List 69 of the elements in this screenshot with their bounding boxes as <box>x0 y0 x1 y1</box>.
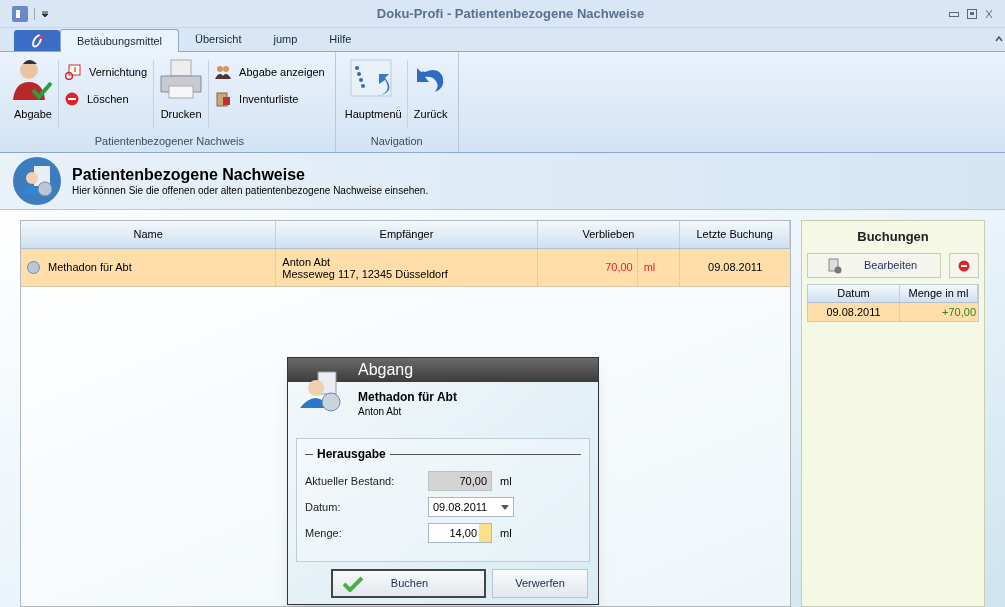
field-label: Aktueller Bestand: <box>305 473 396 489</box>
column-header[interactable]: Letzte Buchung <box>680 221 790 248</box>
ribbon-button[interactable]: Zurück <box>407 58 454 124</box>
delete-icon <box>65 91 79 106</box>
page-title: Patientenbezogene Nachweise <box>72 165 306 184</box>
dialog-item-name: Methadon für Abt <box>358 390 458 405</box>
checkmark-icon <box>343 575 363 592</box>
delete-button[interactable] <box>949 253 979 278</box>
ribbon-tab[interactable]: jump <box>257 28 314 51</box>
dialog-person-name: Anton Abt <box>358 405 403 418</box>
collapse-ribbon-icon[interactable] <box>995 35 1003 43</box>
ribbon-tab[interactable]: Übersicht <box>179 28 258 51</box>
ribbon-tab[interactable]: Hilfe <box>313 28 368 51</box>
printer-icon <box>159 58 204 100</box>
page-subtitle: Hier können Sie die offenen oder alten patientenbezogene Nachweise einsehen. <box>72 184 429 197</box>
ribbon-button[interactable]: Abgabe anzeigen <box>215 64 325 81</box>
people-icon <box>215 64 232 81</box>
table-cell-text: Messeweg 117, 12345 Düsseldorf <box>282 267 449 280</box>
column-header[interactable]: Name <box>21 221 277 248</box>
edit-button[interactable]: Bearbeiten <box>807 253 941 278</box>
ribbon-tab[interactable]: Betäubungsmittel <box>60 29 179 52</box>
ribbon-button[interactable]: Abgabe <box>8 58 58 124</box>
dialog-title: Abgang <box>358 360 414 380</box>
table-cell-text: +70,00 <box>942 304 976 320</box>
table-cell-text: 09.08.2011 <box>708 260 763 276</box>
unit-label: ml <box>500 525 512 541</box>
table-row[interactable]: Methadon für Abt Anton Abt Messeweg 117, 12345 Düsseldorf 70,00 ml 09.08.2011 <box>21 249 790 287</box>
clipboard-icon <box>215 90 232 107</box>
person-check-icon <box>13 58 53 102</box>
minimize-icon[interactable] <box>949 9 959 18</box>
ribbon-button[interactable]: Inventurliste <box>215 90 325 107</box>
table-cell-text: Anton Abt <box>282 255 332 268</box>
app-icon[interactable] <box>12 5 28 22</box>
ribbon-group-label: Patientenbezogener Nachweis <box>93 133 245 149</box>
column-header[interactable]: Datum <box>808 285 900 302</box>
close-icon[interactable] <box>985 8 993 19</box>
ribbon-button[interactable]: Drucken <box>154 58 209 124</box>
readonly-field: 70,00 <box>428 471 492 491</box>
discard-button[interactable]: Verwerfen <box>492 569 588 598</box>
ribbon-button[interactable]: Hauptmenü <box>339 58 407 124</box>
bookings-title: Buchungen <box>857 228 929 247</box>
column-header[interactable]: Verblieben <box>537 221 681 248</box>
dropdown-caret-icon <box>501 504 509 510</box>
date-dropdown[interactable]: 09.08.2011 <box>428 497 514 517</box>
group-title: Herausgabe <box>317 446 386 463</box>
patient-record-icon <box>12 156 62 206</box>
unit-label: ml <box>500 473 512 489</box>
ribbon-button[interactable]: Löschen <box>65 90 148 107</box>
ring-icon <box>30 33 44 48</box>
table-cell: 70,00 <box>537 249 638 286</box>
table-cell-text: Methadon für Abt <box>48 260 132 276</box>
document-gear-icon <box>828 257 842 274</box>
ribbon-group-label: Navigation <box>369 133 424 149</box>
ribbon-button[interactable]: Vernichtung <box>65 64 148 81</box>
quick-access-menu-icon[interactable] <box>41 9 49 18</box>
column-header[interactable]: Menge in ml <box>900 285 978 302</box>
table-row[interactable]: 09.08.2011 +70,00 <box>808 303 978 321</box>
field-label: Menge: <box>305 525 343 541</box>
book-button[interactable]: Buchen <box>331 569 486 598</box>
delete-icon <box>958 259 970 272</box>
table-cell-text: 09.08.2011 <box>826 304 881 320</box>
warning-document-icon <box>65 64 81 81</box>
maximize-icon[interactable] <box>967 8 977 19</box>
window-title: Doku-Profi - Patientenbezogene Nachweise <box>376 5 645 21</box>
field-label: Datum: <box>305 499 342 515</box>
record-icon <box>27 261 40 274</box>
table-cell-text: ml <box>642 260 656 276</box>
column-header[interactable]: Empfänger <box>276 221 538 248</box>
application-menu-button[interactable] <box>14 30 60 51</box>
